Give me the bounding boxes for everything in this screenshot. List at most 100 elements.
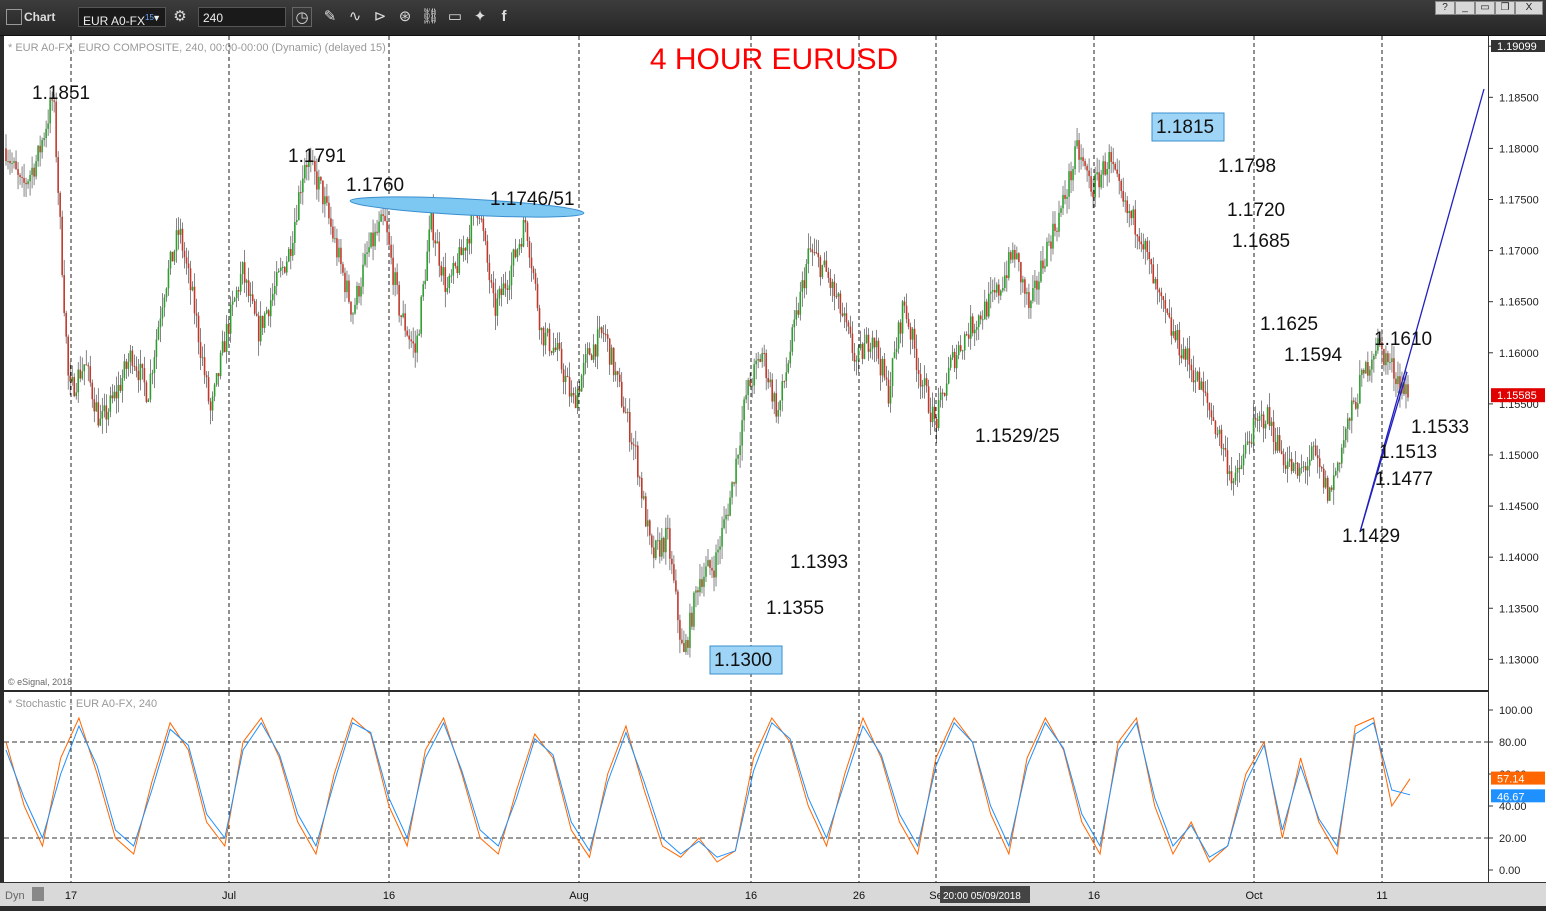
candle-body <box>1176 329 1179 341</box>
minimize-button[interactable]: _ <box>1455 1 1475 15</box>
price-annotation: 1.1355 <box>766 598 824 619</box>
candles-group <box>5 89 1409 658</box>
candle-body <box>143 367 146 383</box>
candle-body <box>1244 444 1247 454</box>
candle-body <box>249 294 252 296</box>
symbol-input[interactable]: EUR A0-FX15 ▼ <box>78 7 166 28</box>
link-icon[interactable]: ⛓ <box>420 7 440 27</box>
alert-icon[interactable]: ⊛ <box>395 7 415 27</box>
candle-body <box>1148 252 1151 260</box>
candle-body <box>953 351 956 369</box>
stochastic-svg: * Stochastic - EUR A0-FX, 240 <box>4 692 1488 882</box>
candle-body <box>1202 381 1205 392</box>
stochastic-tick-label: 0.00 <box>1499 865 1520 877</box>
candle-body <box>506 288 509 290</box>
candle-body <box>763 353 765 355</box>
interval-value: 240 <box>203 11 224 25</box>
candle-body <box>1068 171 1070 197</box>
clock-icon[interactable]: ◷ <box>292 7 312 27</box>
facebook-icon[interactable]: f <box>494 7 514 27</box>
restore-button[interactable]: ▭ <box>1475 1 1495 15</box>
candle-body <box>135 366 138 371</box>
candle-body <box>1250 442 1253 444</box>
price-chart[interactable]: * EUR A0-FX, EURO COMPOSITE, 240, 00:00-… <box>4 36 1488 690</box>
candle-body <box>823 260 826 265</box>
candle-body <box>1162 296 1165 301</box>
candle-body <box>362 264 364 287</box>
candle-body <box>783 381 786 383</box>
time-axis[interactable]: 17 Jul 16 Aug 16 26 Se 16 Oct 11 Dyn 20:00 05/09/20… <box>0 882 1546 906</box>
candle-body <box>681 639 683 643</box>
price-axis[interactable]: 1.190001.185001.180001.175001.170001.165… <box>1488 36 1546 882</box>
candle-body <box>1405 384 1407 395</box>
candle-body <box>1058 212 1060 232</box>
candle-body <box>514 249 517 258</box>
candle-body <box>326 196 328 203</box>
price-tick-label: 1.18500 <box>1499 92 1539 104</box>
stochastic-panel[interactable]: * Stochastic - EUR A0-FX, 240 <box>4 692 1488 882</box>
candle-body <box>827 271 830 278</box>
candle-body <box>929 412 932 423</box>
candle-body <box>318 176 320 190</box>
twitter-icon[interactable]: ✦ <box>470 7 490 27</box>
candle-body <box>239 274 242 292</box>
candle-body <box>1046 241 1048 267</box>
candle-body <box>935 418 938 429</box>
candle-body <box>921 384 924 387</box>
candle-body <box>703 576 705 587</box>
chevron-down-icon[interactable]: ▼ <box>152 8 161 28</box>
candle-body <box>853 352 856 362</box>
candle-body <box>57 157 59 193</box>
candle-body <box>992 290 994 292</box>
candle-body <box>290 248 292 256</box>
candle-body <box>81 371 84 379</box>
candle-body <box>1014 249 1016 260</box>
candle-body <box>486 240 489 263</box>
settings-icon[interactable]: ⚙ <box>170 7 190 27</box>
candle-body <box>480 218 483 220</box>
candle-body <box>618 374 621 382</box>
candle-body <box>701 579 703 587</box>
price-tick-label: 1.13500 <box>1499 603 1539 615</box>
maximize-button[interactable]: ❐ <box>1495 1 1515 15</box>
candle-body <box>99 418 102 426</box>
play-icon[interactable]: ⊳ <box>370 7 390 27</box>
candle-body <box>1369 369 1371 376</box>
candle-body <box>322 180 324 205</box>
candle-body <box>1322 468 1325 488</box>
candle-body <box>651 535 653 548</box>
candle-body <box>1122 190 1124 202</box>
candle-body <box>977 315 980 328</box>
candle-body <box>735 458 737 484</box>
candle-body <box>1288 458 1291 462</box>
candle-body <box>985 301 988 317</box>
trendline-long <box>1359 88 1485 533</box>
candle-body <box>901 301 904 334</box>
candle-body <box>456 266 459 274</box>
pencil-icon[interactable]: ✎ <box>320 7 340 27</box>
candle-body <box>466 238 469 251</box>
candle-body <box>889 386 892 404</box>
candle-body <box>885 377 888 380</box>
candle-body <box>1359 374 1361 404</box>
help-button[interactable]: ? <box>1435 1 1455 15</box>
interval-input[interactable]: 240 <box>198 7 286 27</box>
symbol-value: EUR A0-FX <box>83 14 146 28</box>
candle-body <box>1284 465 1287 469</box>
candle-body <box>1078 140 1080 160</box>
candle-body <box>1154 278 1157 284</box>
candle-body <box>518 243 521 250</box>
comment-icon[interactable]: ▭ <box>445 7 465 27</box>
last-price-label: 1.15585 <box>1497 390 1537 402</box>
candle-body <box>444 267 447 292</box>
candle-body <box>374 231 376 247</box>
candle-body <box>919 374 922 387</box>
candle-body <box>861 344 864 359</box>
close-button[interactable]: X <box>1515 1 1543 15</box>
trend-icon[interactable]: ∿ <box>345 7 365 27</box>
candle-body <box>1074 146 1076 170</box>
candle-body <box>1028 292 1030 309</box>
candle-body <box>669 528 671 559</box>
candle-body <box>205 375 208 378</box>
candle-body <box>1094 174 1096 198</box>
